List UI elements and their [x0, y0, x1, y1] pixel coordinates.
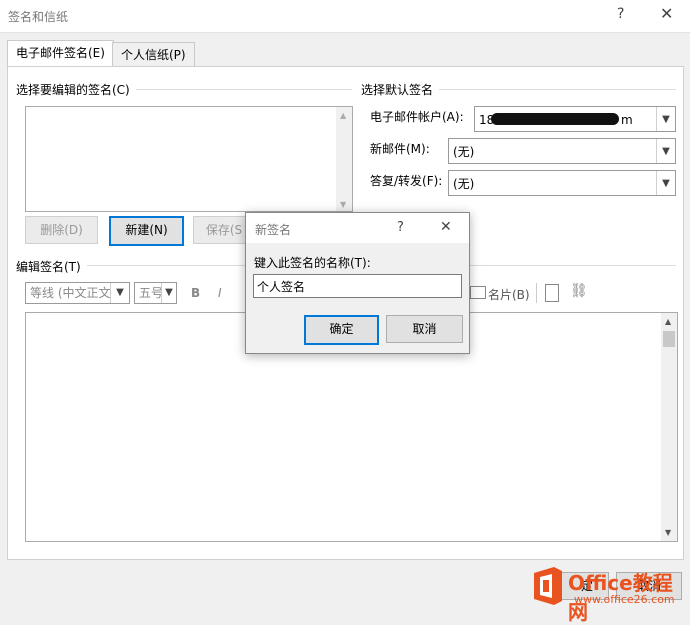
account-suffix: m	[621, 113, 633, 127]
tab-personal-stationery[interactable]: 个人信纸(P)	[112, 42, 195, 67]
close-button[interactable]: ✕	[660, 4, 673, 23]
business-card-icon	[470, 286, 486, 299]
redacted-mark	[491, 113, 619, 125]
chevron-down-icon[interactable]: ▼	[656, 171, 675, 195]
dialog-prompt: 键入此签名的名称(T):	[254, 256, 371, 270]
scroll-down-icon[interactable]: ▼	[340, 200, 346, 209]
help-button[interactable]: ?	[617, 6, 624, 22]
scroll-up-icon[interactable]: ▲	[340, 111, 346, 120]
business-card-button[interactable]: 名片(B)	[488, 286, 530, 303]
italic-button[interactable]: I	[218, 286, 222, 300]
insert-picture-icon[interactable]	[545, 284, 559, 302]
new-button[interactable]: 新建(N)	[109, 216, 184, 246]
dialog-help-button[interactable]: ?	[397, 220, 404, 235]
chevron-down-icon[interactable]: ▼	[656, 107, 675, 131]
bold-button[interactable]: B	[191, 286, 200, 300]
signature-name-input[interactable]: 个人签名	[253, 274, 462, 298]
edit-signature-label: 编辑签名(T)	[16, 258, 87, 275]
font-select[interactable]: 等线 (中文正文 ▼	[25, 282, 130, 304]
reply-value: (无)	[453, 177, 475, 191]
editor-scrollbar[interactable]: ▲ ▼	[661, 313, 677, 541]
toolbar-divider	[536, 283, 537, 303]
dialog-ok-button[interactable]: 确定	[304, 315, 379, 345]
list-scrollbar[interactable]: ▲ ▼	[336, 107, 352, 211]
signature-list[interactable]: ▲ ▼	[25, 106, 353, 212]
account-select[interactable]: 18 m ▼	[474, 106, 676, 132]
default-signature-label: 选择默认签名	[361, 81, 440, 98]
select-signature-label: 选择要编辑的签名(C)	[16, 81, 136, 98]
scroll-thumb[interactable]	[663, 331, 675, 347]
delete-button[interactable]: 删除(D)	[25, 216, 98, 244]
new-signature-dialog: 新签名 ? ✕ 键入此签名的名称(T): 个人签名 确定 取消	[245, 212, 470, 354]
scroll-down-icon[interactable]: ▼	[665, 528, 671, 537]
watermark: Office教程网 www.office26.com	[528, 561, 690, 624]
dialog-cancel-button[interactable]: 取消	[386, 315, 463, 343]
reply-select[interactable]: (无) ▼	[448, 170, 676, 196]
scroll-up-icon[interactable]: ▲	[665, 317, 671, 326]
size-select[interactable]: 五号 ▼	[134, 282, 177, 304]
account-label: 电子邮件帐户(A):	[370, 110, 464, 124]
font-value: 等线 (中文正文	[30, 286, 111, 300]
chevron-down-icon[interactable]: ▼	[161, 283, 176, 303]
chevron-down-icon[interactable]: ▼	[110, 283, 129, 303]
new-mail-select[interactable]: (无) ▼	[448, 138, 676, 164]
window-title: 签名和信纸	[8, 10, 69, 24]
chevron-down-icon[interactable]: ▼	[656, 139, 675, 163]
size-value: 五号	[139, 286, 164, 300]
hyperlink-icon[interactable]: ⛓	[570, 283, 588, 299]
watermark-url: www.office26.com	[574, 593, 675, 606]
dialog-close-button[interactable]: ✕	[440, 219, 452, 235]
new-mail-label: 新邮件(M):	[370, 142, 430, 156]
tab-email-signature[interactable]: 电子邮件签名(E)	[7, 40, 114, 67]
dialog-titlebar: 新签名 ? ✕	[246, 213, 469, 243]
office-logo-icon	[528, 565, 566, 607]
dialog-title: 新签名	[255, 223, 292, 237]
reply-label: 答复/转发(F):	[370, 174, 443, 188]
window-titlebar: 签名和信纸 ? ✕	[0, 0, 690, 33]
new-mail-value: (无)	[453, 145, 475, 159]
